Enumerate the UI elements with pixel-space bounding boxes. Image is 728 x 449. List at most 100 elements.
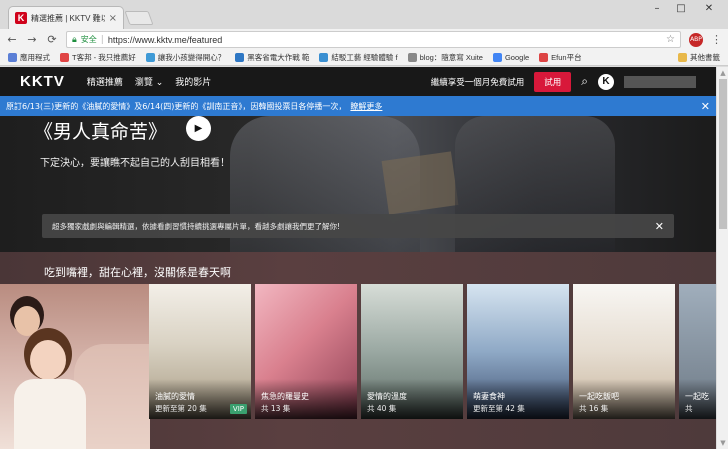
show-episodes: 共 40 集 <box>367 404 397 413</box>
notice-text: 原訂6/13(三)更新的《油膩的愛情》及6/14(四)更新的《訓南正音》，因韓國… <box>6 101 347 111</box>
bookmark-favicon-icon <box>492 53 502 62</box>
window-close-icon[interactable]: ✕ <box>694 0 724 16</box>
bookmark-item[interactable]: 黑客省電大作戰 範 <box>235 52 309 63</box>
minimize-icon[interactable]: – <box>646 0 668 16</box>
browser-toolbar: ← → ⟳ 🔒︎ 安全 | https://www.kktv.me/featur… <box>0 29 728 50</box>
bookmark-favicon-icon <box>407 53 417 62</box>
new-tab-button[interactable] <box>124 11 154 25</box>
bookmark-label: 結駁工藝 經驗體驗 f <box>331 53 398 62</box>
bookmark-item[interactable]: 讓我小孩變得開心？ <box>145 52 226 63</box>
show-episodes: 共 13 集 <box>261 404 291 413</box>
kktv-nav: 精選推薦 瀏覽 ⌄ 我的影片 <box>87 75 211 88</box>
show-title: 一起吃飯吧 <box>579 392 619 401</box>
nav-featured[interactable]: 精選推薦 <box>87 75 123 88</box>
show-episodes: 更新至第 42 集 <box>473 404 525 413</box>
show-card[interactable]: 一起吃共 <box>679 284 716 419</box>
play-icon[interactable]: ▶ <box>186 116 211 141</box>
folder-icon <box>678 53 687 62</box>
kktv-page: KKTV 精選推薦 瀏覽 ⌄ 我的影片 繼續享受一個月免費試用 試用 ⌕ K 原… <box>0 67 716 449</box>
browser-menu-icon[interactable]: ⋮ <box>711 33 722 46</box>
bookmark-item[interactable]: 結駁工藝 經驗體驗 f <box>319 52 398 63</box>
trial-button[interactable]: 試用 <box>534 71 572 92</box>
hero-subtitle: 下定決心，要讓瞧不起自己的人刮目相看！ <box>40 158 230 169</box>
back-arrow-icon[interactable]: ← <box>6 33 18 46</box>
scroll-down-icon[interactable]: ▼ <box>717 437 728 449</box>
browser-tab-kktv[interactable]: K 精選推薦 | KKTV 難以找到... × <box>8 6 124 29</box>
show-card[interactable]: 萌妻食神更新至第 42 集 <box>467 284 569 419</box>
show-title: 一起吃 <box>685 392 709 401</box>
tab-close-icon[interactable]: × <box>109 13 117 24</box>
scroll-thumb[interactable] <box>719 79 727 229</box>
bookmark-label: 黑客省電大作戰 範 <box>247 53 310 62</box>
bookmark-item[interactable]: Google <box>492 53 530 62</box>
address-bar[interactable]: 🔒︎ 安全 | https://www.kktv.me/featured ☆ <box>66 31 681 48</box>
scroll-up-icon[interactable]: ▲ <box>717 67 728 79</box>
page-scrollbar[interactable]: ▲ ▼ <box>716 67 728 449</box>
bookmark-star-icon[interactable]: ☆ <box>666 34 675 45</box>
show-card[interactable]: 一起吃飯吧共 16 集 <box>573 284 675 419</box>
tab-title: 精選推薦 | KKTV 難以找到... <box>31 13 105 23</box>
kktv-header-right: 繼續享受一個月免費試用 試用 ⌕ K <box>430 71 696 92</box>
window-controls: – □ ✕ <box>646 0 724 16</box>
browser-tab-strip: K 精選推薦 | KKTV 難以找到... × – □ ✕ <box>0 0 728 29</box>
nav-browse[interactable]: 瀏覽 ⌄ <box>135 75 163 88</box>
username-redacted[interactable] <box>624 75 696 88</box>
vip-badge: VIP <box>229 404 247 414</box>
row-feature-art <box>0 284 150 449</box>
url-separator: | <box>100 34 104 45</box>
notice-bar: 原訂6/13(三)更新的《油膩的愛情》及6/14(四)更新的《訓南正音》，因韓國… <box>0 96 716 116</box>
notice-learn-more-link[interactable]: 瞭解更多 <box>350 101 382 112</box>
hero-title[interactable]: 《男人真命苦》 <box>34 117 167 144</box>
nav-my-videos[interactable]: 我的影片 <box>175 75 211 88</box>
bookmark-favicon-icon <box>539 53 549 62</box>
bookmark-item[interactable]: T客邦 - 我只推薦好 <box>60 52 136 63</box>
show-episodes: 共 <box>685 404 693 413</box>
bookmark-label: blog：隨意寫 Xuite <box>419 53 483 62</box>
spring-row: 吃到嘴裡，甜在心裡，沒關係是春天啊 油膩的愛情 更新至第 20 集 VIP 焦急的羅曼… <box>0 252 716 449</box>
show-title: 油膩的愛情 <box>155 392 195 401</box>
bookmark-label: 讓我小孩變得開心？ <box>157 53 226 62</box>
show-title: 焦急的羅曼史 <box>261 392 309 401</box>
lock-icon: 🔒︎ <box>72 34 77 45</box>
bookmark-item[interactable]: 應用程式 <box>8 52 50 63</box>
bookmark-favicon-icon <box>235 53 245 62</box>
show-card[interactable]: 愛情的溫度共 40 集 <box>361 284 463 419</box>
extension-icon[interactable]: ABP <box>689 32 703 47</box>
bookmark-favicon-icon <box>145 53 155 62</box>
banner-close-icon[interactable]: ✕ <box>655 220 664 233</box>
promo-text: 繼續享受一個月免費試用 <box>430 77 525 88</box>
bookmark-favicon-icon <box>8 53 17 62</box>
maximize-icon[interactable]: □ <box>670 0 692 16</box>
url-text[interactable]: https://www.kktv.me/featured <box>108 35 662 45</box>
show-title: 愛情的溫度 <box>367 392 407 401</box>
card-list: 油膩的愛情 更新至第 20 集 VIP 焦急的羅曼史共 13 集愛情的溫度共 40 集… <box>149 284 716 419</box>
kktv-header: KKTV 精選推薦 瀏覽 ⌄ 我的影片 繼續享受一個月免費試用 試用 ⌕ K <box>0 67 716 96</box>
personalization-text: 超多獨家戲劇與編輯精選，依據看劇習慣持續挑選專屬片單，看越多劇讓我們更了解你! <box>52 221 341 231</box>
hero-book <box>381 151 459 215</box>
avatar[interactable]: K <box>598 73 614 90</box>
kktv-favicon-icon: K <box>15 12 27 24</box>
reload-icon[interactable]: ⟳ <box>46 33 58 46</box>
bookmark-favicon-icon <box>60 53 69 62</box>
secure-label: 安全 <box>80 35 97 44</box>
search-icon[interactable]: ⌕ <box>581 74 588 89</box>
show-card[interactable]: 焦急的羅曼史共 13 集 <box>255 284 357 419</box>
other-bookmarks-label: 其他書籤 <box>690 53 720 62</box>
bookmarks-bar: 應用程式 T客邦 - 我只推薦好 讓我小孩變得開心？ 黑客省電大作戰 範 結駁工藝 經驗… <box>0 50 728 66</box>
bookmark-item[interactable]: blog：隨意寫 Xuite <box>407 52 483 63</box>
show-card[interactable]: 油膩的愛情 更新至第 20 集 VIP <box>149 284 251 419</box>
show-title: 萌妻食神 <box>473 392 505 401</box>
kktv-logo[interactable]: KKTV <box>20 73 65 90</box>
forward-arrow-icon[interactable]: → <box>26 33 38 46</box>
personalization-banner: 超多獨家戲劇與編輯精選，依據看劇習慣持續挑選專屬片單，看越多劇讓我們更了解你! … <box>42 214 674 238</box>
bookmark-label: T客邦 - 我只推薦好 <box>72 53 136 62</box>
notice-close-icon[interactable]: ✕ <box>701 100 710 113</box>
other-bookmarks[interactable]: 其他書籤 <box>678 52 720 63</box>
show-episodes: 共 16 集 <box>579 404 609 413</box>
bookmark-favicon-icon <box>319 53 329 62</box>
bookmark-label: Google <box>504 53 530 62</box>
bookmark-label: Efun平台 <box>551 53 582 62</box>
row-title: 吃到嘴裡，甜在心裡，沒關係是春天啊 <box>44 266 231 279</box>
hero-banner[interactable]: 《男人真命苦》 ▶ 下定決心，要讓瞧不起自己的人刮目相看！ 超多獨家戲劇與編輯精… <box>0 116 716 252</box>
bookmark-item[interactable]: Efun平台 <box>539 52 582 63</box>
